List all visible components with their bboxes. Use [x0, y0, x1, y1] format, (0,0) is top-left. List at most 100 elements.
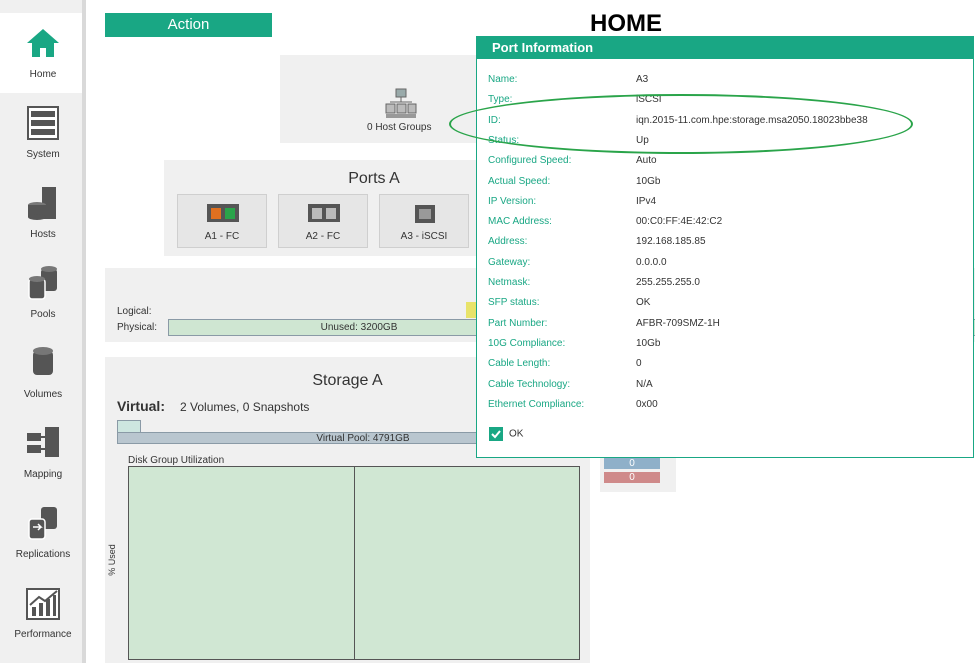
field-value: Up	[636, 134, 649, 146]
field-value: iqn.2015-11.com.hpe:storage.msa2050.1802…	[636, 114, 868, 126]
sidebar-item-label: System	[26, 149, 60, 160]
dialog-field-row: Part Number: AFBR-709SMZ-1H	[488, 318, 968, 336]
field-value: 192.168.185.85	[636, 236, 706, 248]
field-label: Cable Length:	[488, 358, 551, 370]
hosts-icon	[28, 187, 56, 220]
volumes-icon	[33, 347, 53, 375]
field-value: A3	[636, 74, 649, 85]
replications-icon	[28, 507, 57, 540]
sidebar: Home System Hosts Pools Volumes Mapping …	[0, 0, 86, 663]
y-axis-label: % Used	[106, 544, 117, 576]
home-icon	[27, 29, 59, 57]
field-value: AFBR-709SMZ-1H	[636, 317, 720, 329]
port-label: A3 - iSCSI	[400, 231, 448, 242]
field-value: Auto	[636, 155, 657, 167]
sidebar-item-label: Mapping	[23, 469, 63, 480]
counter-red: 0	[604, 472, 660, 483]
system-icon	[27, 106, 59, 140]
dialog-field-row: Gateway: 0.0.0.0	[488, 257, 968, 275]
sidebar-item-label: Home	[29, 69, 57, 80]
field-label: Status:	[488, 134, 520, 146]
dialog-field-row: Address: 192.168.185.85	[488, 236, 968, 254]
counter-blue: 0	[604, 458, 660, 469]
field-label: SFP status:	[488, 297, 540, 309]
field-value: 10Gb	[636, 175, 661, 187]
field-value: 00:C0:FF:4E:42:C2	[636, 216, 723, 228]
dialog-field-row: Actual Speed: 10Gb	[488, 176, 968, 194]
host-groups-icon	[385, 88, 417, 118]
field-label: IP Version:	[488, 195, 537, 207]
virtual-summary: 2 Volumes, 0 Snapshots	[180, 400, 310, 414]
sidebar-item-hosts[interactable]: Hosts	[0, 173, 86, 253]
port-tile-a3[interactable]: A3 - iSCSI	[379, 194, 469, 248]
field-label: Address:	[488, 236, 528, 248]
chart-divider	[354, 467, 355, 659]
dialog-field-row: Cable Length: 0	[488, 358, 968, 376]
dialog-field-row: Configured Speed: Auto	[488, 155, 968, 173]
sidebar-item-volumes[interactable]: Volumes	[0, 333, 86, 413]
field-value: IPv4	[636, 195, 657, 207]
port-label: A1 - FC	[204, 231, 240, 242]
dialog-field-row: 10G Compliance: 10Gb	[488, 338, 968, 356]
fc-port-icon	[308, 204, 340, 222]
page-title: HOME	[590, 10, 662, 37]
ok-label: OK	[509, 428, 524, 440]
sidebar-item-pools[interactable]: Pools	[0, 253, 86, 333]
field-value: OK	[636, 297, 651, 309]
logical-label: Logical:	[117, 306, 152, 317]
pools-icon	[28, 266, 57, 300]
dialog-title: Port Information	[477, 37, 973, 59]
field-value: iSCSI	[636, 94, 662, 106]
virtual-pool-bar: Virtual Pool: 4791GB	[117, 432, 477, 444]
host-groups-panel: 0 Host Groups	[280, 55, 480, 143]
iscsi-port-icon	[415, 205, 435, 223]
sidebar-item-label: Pools	[30, 309, 56, 320]
dialog-field-row: ID: iqn.2015-11.com.hpe:storage.msa2050.1…	[488, 115, 968, 133]
port-tile-a2[interactable]: A2 - FC	[278, 194, 368, 248]
physical-label: Physical:	[117, 322, 158, 333]
sidebar-item-replications[interactable]: Replications	[0, 493, 86, 573]
dialog-field-row: MAC Address: 00:C0:FF:4E:42:C2	[488, 216, 968, 234]
virtual-label: Virtual:	[117, 398, 165, 414]
dialog-field-row: Status: Up	[488, 135, 968, 153]
disk-group-utilization-label: Disk Group Utilization	[128, 455, 225, 466]
sidebar-item-label: Volumes	[23, 389, 63, 400]
field-value: 10Gb	[636, 337, 661, 349]
dialog-field-row: Cable Technology: N/A	[488, 379, 968, 397]
check-icon	[489, 427, 503, 441]
field-label: Part Number:	[488, 317, 548, 329]
ok-button[interactable]: OK	[489, 427, 523, 441]
field-label: Actual Speed:	[488, 175, 551, 187]
field-label: 10G Compliance:	[488, 337, 566, 349]
field-label: Ethernet Compliance:	[488, 398, 585, 410]
field-label: Cable Technology:	[488, 378, 571, 390]
performance-icon	[26, 588, 60, 620]
field-value: 255.255.255.0	[636, 277, 700, 288]
field-label: Netmask:	[488, 277, 531, 288]
port-label: A2 - FC	[305, 231, 341, 242]
sidebar-item-label: Replications	[15, 549, 71, 560]
field-label: ID:	[488, 114, 501, 126]
field-value: N/A	[636, 378, 653, 390]
sidebar-item-performance[interactable]: Performance	[0, 573, 86, 653]
mapping-icon	[27, 427, 59, 457]
port-information-dialog: Port Information Name: A3 Type: iSCSI ID: iqn…	[476, 36, 974, 458]
field-value: 0	[636, 358, 642, 370]
host-groups-label: 0 Host Groups	[367, 122, 432, 133]
field-value: 0.0.0.0	[636, 256, 667, 268]
dialog-field-row: SFP status: OK	[488, 297, 968, 315]
dialog-field-row: Type: iSCSI	[488, 94, 968, 112]
sidebar-item-system[interactable]: System	[0, 93, 86, 173]
sidebar-item-mapping[interactable]: Mapping	[0, 413, 86, 493]
dialog-field-row: Netmask: 255.255.255.0	[488, 277, 968, 295]
field-label: MAC Address:	[488, 216, 552, 228]
sidebar-item-label: Hosts	[30, 229, 56, 240]
dialog-field-row: Name: A3	[488, 74, 968, 92]
action-button[interactable]: Action	[105, 13, 272, 37]
port-tile-a1[interactable]: A1 - FC	[177, 194, 267, 248]
dialog-field-row: Ethernet Compliance: 0x00	[488, 399, 968, 417]
field-value: 0x00	[636, 398, 658, 410]
sidebar-item-home[interactable]: Home	[0, 13, 86, 93]
field-label: Name:	[488, 74, 518, 85]
sidebar-item-label: Performance	[14, 629, 72, 640]
